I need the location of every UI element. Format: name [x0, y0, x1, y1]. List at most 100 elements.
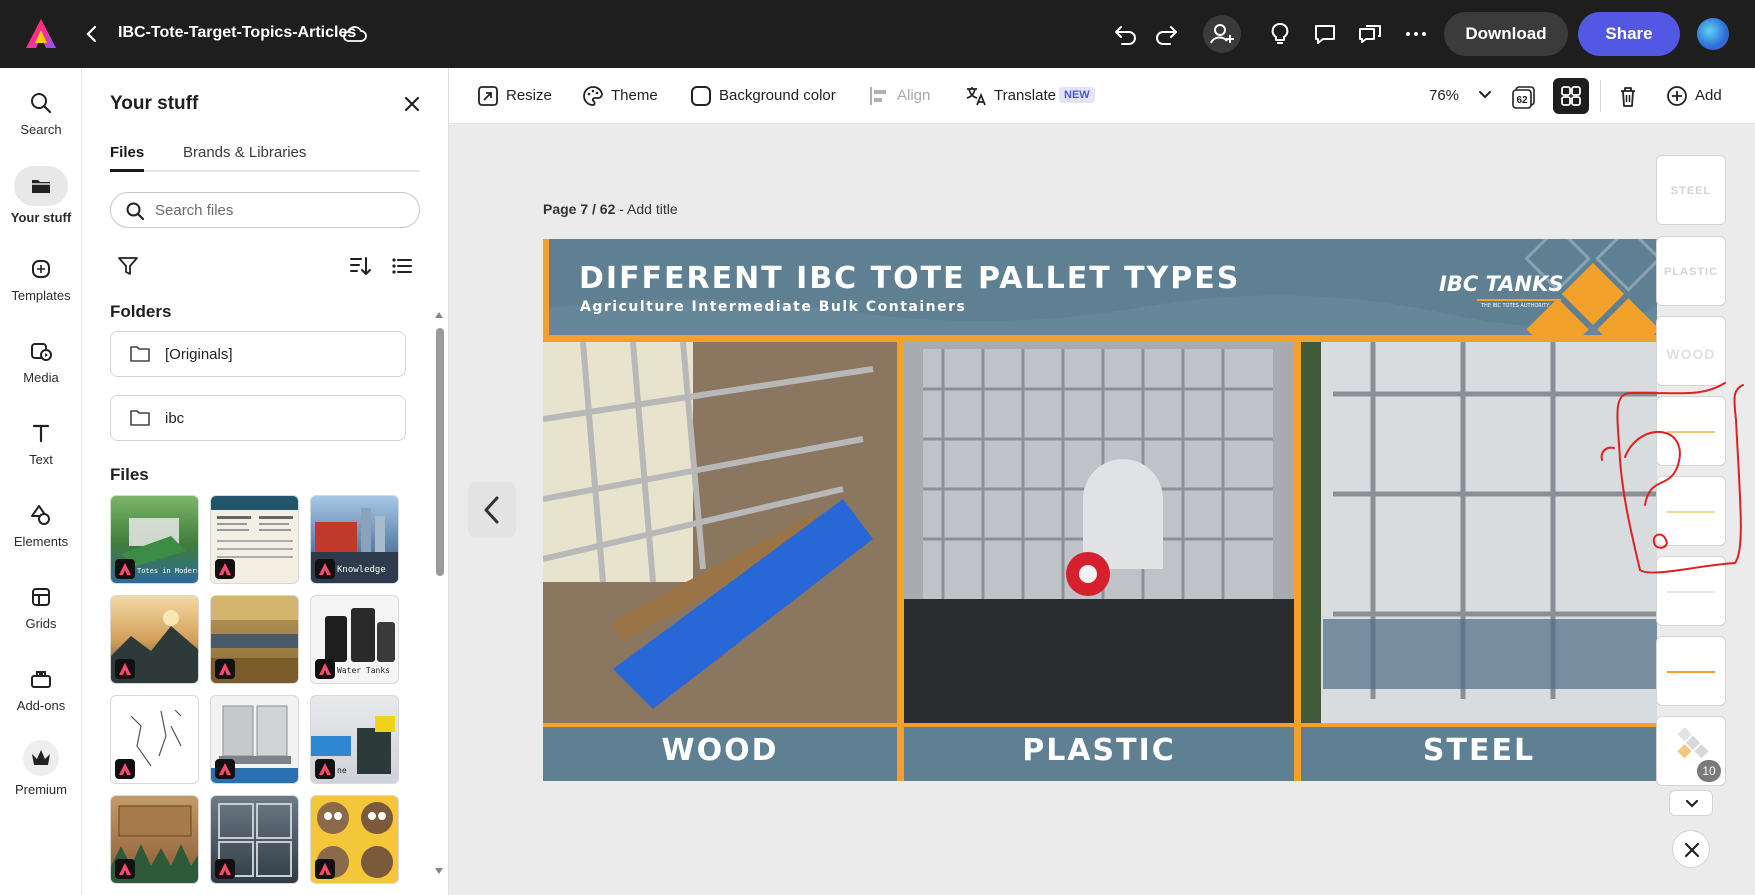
trash-icon[interactable]: [1613, 82, 1643, 112]
folder-item[interactable]: ibc: [110, 395, 406, 441]
previous-page-button[interactable]: [468, 482, 516, 538]
adobe-badge-icon: [215, 559, 235, 579]
filter-icon[interactable]: [116, 254, 140, 278]
panel-scrollbar-thumb[interactable]: [436, 328, 444, 576]
more-options-icon[interactable]: [1402, 20, 1430, 48]
rail-label: Text: [29, 452, 53, 467]
page-thumbnail[interactable]: [1656, 556, 1726, 626]
slide[interactable]: DIFFERENT IBC TOTE PALLET TYPES Agricult…: [543, 239, 1657, 781]
files-heading: Files: [110, 465, 149, 484]
close-strip-button[interactable]: [1672, 830, 1710, 868]
present-icon[interactable]: [1356, 20, 1384, 48]
file-thumbnail[interactable]: [110, 695, 199, 784]
document-title[interactable]: IBC-Tote-Target-Topics-Articles: [118, 24, 356, 42]
folder-item[interactable]: [Originals]: [110, 331, 406, 377]
your-stuff-panel: Your stuff Files Brands & Libraries Fold…: [82, 68, 449, 895]
file-thumbnail[interactable]: [210, 495, 299, 584]
zoom-level[interactable]: 76%: [1429, 87, 1459, 104]
adobe-badge-icon: [115, 859, 135, 879]
file-caption: Knowledge: [337, 565, 386, 575]
file-thumbnail[interactable]: [210, 595, 299, 684]
file-thumbnail[interactable]: Totes in Modern Farming Practices: [110, 495, 199, 584]
editor-toolbar: Resize Theme Background color Align Tran…: [449, 68, 1755, 124]
media-icon: [28, 338, 54, 364]
grid-view-toggle[interactable]: [1553, 78, 1589, 114]
file-caption: ne: [337, 766, 347, 775]
rail-item-search[interactable]: Search: [0, 90, 82, 162]
adobe-badge-icon: [315, 759, 335, 779]
page-thumbnail[interactable]: PLASTIC: [1656, 236, 1726, 306]
crown-icon: [23, 740, 59, 776]
panel-label-steel[interactable]: STEEL: [1301, 733, 1657, 768]
rail-label: Search: [20, 122, 62, 137]
slide-brand-logo: IBC TANKS: [1439, 272, 1564, 296]
panel-label-plastic[interactable]: PLASTIC: [904, 733, 1294, 768]
adobe-badge-icon: [215, 759, 235, 779]
cloud-sync-icon: [342, 22, 368, 46]
folder-name: ibc: [165, 410, 185, 427]
file-thumbnail[interactable]: [310, 795, 399, 884]
rail-label: Media: [23, 370, 59, 385]
panel-label-wood[interactable]: WOOD: [543, 733, 897, 768]
redo-icon[interactable]: [1152, 20, 1180, 48]
tab-brands-libraries[interactable]: Brands & Libraries: [183, 144, 306, 169]
page-thumbnail[interactable]: STEEL: [1656, 155, 1726, 225]
undo-icon[interactable]: [1112, 20, 1140, 48]
lightbulb-icon[interactable]: [1266, 20, 1294, 48]
search-files-input[interactable]: [155, 199, 405, 221]
download-button[interactable]: Download: [1444, 12, 1568, 56]
templates-icon: [28, 256, 54, 282]
list-view-icon[interactable]: [390, 254, 414, 278]
search-icon: [28, 90, 54, 116]
page-thumbnail[interactable]: [1656, 476, 1726, 546]
rail-item-templates[interactable]: Templates: [0, 256, 82, 328]
user-avatar[interactable]: [1697, 18, 1729, 50]
thumbnail-line: [1667, 431, 1715, 433]
adobe-badge-icon: [115, 559, 135, 579]
sort-icon[interactable]: [348, 254, 372, 278]
file-thumbnail[interactable]: ne: [310, 695, 399, 784]
close-icon: [1684, 842, 1700, 858]
adobe-badge-icon: [315, 859, 335, 879]
brand-underline: [1477, 299, 1561, 301]
share-button[interactable]: Share: [1578, 12, 1680, 56]
chevron-left-icon: [484, 496, 499, 524]
page-thumbnail[interactable]: [1656, 396, 1726, 466]
page-thumbnail[interactable]: [1656, 636, 1726, 706]
rail-label: Your stuff: [10, 210, 72, 225]
rail-item-grids[interactable]: Grids: [0, 584, 82, 656]
rail-item-text[interactable]: Text: [0, 420, 82, 492]
file-thumbnail[interactable]: [110, 795, 199, 884]
file-thumbnail[interactable]: [210, 695, 299, 784]
invite-user-button[interactable]: [1203, 15, 1241, 53]
rail-item-premium[interactable]: Premium: [0, 740, 82, 812]
chevron-down-icon[interactable]: [1475, 85, 1495, 105]
file-thumbnail[interactable]: [210, 795, 299, 884]
strip-scroll-down-button[interactable]: [1669, 790, 1713, 816]
close-icon[interactable]: [400, 92, 424, 116]
toolbar-divider: [1600, 80, 1601, 112]
rail-item-elements[interactable]: Elements: [0, 502, 82, 574]
file-thumbnail[interactable]: Water Tanks: [310, 595, 399, 684]
slide-subtitle[interactable]: Agriculture Intermediate Bulk Containers: [580, 299, 966, 315]
thumbnail-label: STEEL: [1670, 185, 1712, 197]
rail-item-add-ons[interactable]: Add-ons: [0, 666, 82, 738]
slide-title[interactable]: DIFFERENT IBC TOTE PALLET TYPES: [579, 261, 1240, 296]
add-label: Add: [1695, 87, 1722, 104]
comment-icon[interactable]: [1311, 20, 1339, 48]
add-title-link[interactable]: - Add title: [615, 201, 677, 217]
rail-item-your-stuff[interactable]: Your stuff: [0, 166, 82, 238]
file-thumbnail[interactable]: [110, 595, 199, 684]
adobe-badge-icon: [215, 859, 235, 879]
folder-icon: [28, 173, 54, 199]
pages-count-icon[interactable]: 62: [1509, 82, 1539, 112]
rail-item-media[interactable]: Media: [0, 338, 82, 410]
adobe-badge-icon: [115, 659, 135, 679]
back-chevron-icon[interactable]: [80, 22, 104, 46]
slide-artwork: [543, 239, 1657, 781]
file-thumbnail[interactable]: Knowledge: [310, 495, 399, 584]
tab-files[interactable]: Files: [110, 144, 145, 172]
resize-icon: [478, 86, 498, 106]
page-thumbnail[interactable]: WOOD: [1656, 316, 1726, 386]
adobe-express-logo-icon[interactable]: [24, 17, 58, 51]
